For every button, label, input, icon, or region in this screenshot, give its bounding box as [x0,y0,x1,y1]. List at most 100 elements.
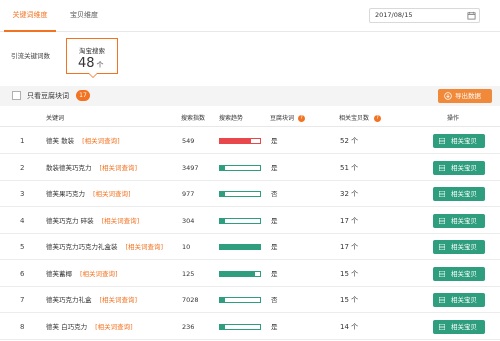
related-word-query-link[interactable]: [相关词查询] [102,217,140,225]
header-search-index[interactable]: 搜索指数 [181,110,205,127]
related-count-unit: 个 [351,137,359,145]
related-count-unit: 个 [351,243,359,251]
row-related-count: 17 个 [340,208,358,234]
related-word-query-link[interactable]: [相关词查询] [100,296,138,304]
related-items-button[interactable]: 相关宝贝 [433,160,485,175]
row-keyword: 德芙 白巧克力 [相关词查询] [46,314,133,340]
related-items-button[interactable]: 相关宝贝 [433,134,485,148]
related-count-value: 17 [340,216,349,225]
row-index: 6 [20,269,25,278]
keyword-text: 德芙 散装 [46,137,75,145]
traffic-keyword-count-label: 引流关键词数 [11,52,50,60]
header-tofu: 豆腐块词 [270,115,295,122]
row-search-index: 549 [182,137,195,145]
row-related-count: 15 个 [340,261,358,287]
grid-icon [439,191,445,197]
search-trend-fill [220,139,252,143]
row-search-index: 977 [182,190,195,198]
row-search-index: 125 [182,269,195,278]
related-count-unit: 个 [351,190,359,198]
row-related-count: 17 个 [340,234,358,260]
related-word-query-link[interactable]: [相关词查询] [100,164,138,172]
calendar-icon[interactable] [467,11,476,20]
row-search-index: 10 [182,243,191,251]
grid-icon [439,217,445,224]
filter-bar: 只看豆腐块词 17 导出数据 [0,86,500,106]
source-card-count-unit: 个 [96,61,104,69]
search-trend-bar [219,138,261,144]
table-row: 7 德芙巧克力礼盒 [相关词查询] 7028 否 15 个 相关宝贝 [0,287,500,313]
related-word-query-link[interactable]: [相关词查询] [80,270,118,278]
related-items-button[interactable]: 相关宝贝 [433,213,485,228]
row-keyword: 德芙巧克力巧克力礼盒装 [相关词查询] [46,234,163,260]
table-row: 2 散装德芙巧克力 [相关词查询] 3497 是 51 个 相关宝贝 [0,155,500,181]
row-tofu: 是 [271,137,278,145]
row-index: 1 [20,137,25,145]
keyword-text: 德芙蓄椰 [46,269,72,278]
keyword-source-section: 引流关键词数 淘宝搜索 48 个 [0,32,500,84]
row-index: 2 [20,163,25,172]
related-word-query-link[interactable]: [相关词查询] [93,190,131,198]
row-related-count: 51 个 [340,155,358,181]
search-trend-bar [219,217,261,224]
related-items-label: 相关宝贝 [451,322,477,331]
source-card-pointer-inner [89,73,97,77]
export-data-button[interactable]: 导出数据 [438,89,492,103]
related-items-button[interactable]: 相关宝贝 [433,240,485,254]
row-search-index: 7028 [182,296,199,304]
row-keyword: 德芙 散装 [相关词查询] [46,128,120,154]
keyword-text: 德芙果巧克力 [46,190,85,198]
search-trend-bar [219,323,261,330]
row-keyword: 德芙巧克力 碎装 [相关词查询] [46,208,139,234]
grid-icon [439,297,445,303]
source-card-count-value: 48 [78,56,95,71]
search-trend-bar [219,270,261,277]
tofu-only-label[interactable]: 只看豆腐块词 [27,91,69,101]
row-tofu: 否 [271,190,278,198]
tofu-only-checkbox[interactable] [12,91,21,100]
source-card-taobao-search[interactable]: 淘宝搜索 48 个 [66,38,118,74]
tab-item-dimension[interactable]: 宝贝维度 [64,0,104,31]
keyword-text: 德芙巧克力礼盒 [46,296,92,304]
row-index: 8 [20,322,25,331]
row-search-index: 3497 [182,163,199,172]
tab-keyword-dimension[interactable]: 关键词维度 [4,0,56,32]
related-count-value: 51 [340,163,349,172]
related-count-value: 17 [340,243,349,251]
row-related-count: 14 个 [340,314,358,340]
row-keyword: 德芙巧克力礼盒 [相关词查询] [46,287,137,313]
date-picker[interactable]: 2017/08/15 [369,8,480,23]
row-keyword: 德芙果巧克力 [相关词查询] [46,181,131,207]
related-word-query-link[interactable]: [相关词查询] [82,137,120,145]
keyword-text: 德芙 白巧克力 [46,322,88,331]
grid-icon [439,244,445,250]
tofu-help-icon[interactable]: ? [298,115,305,122]
related-word-query-link[interactable]: [相关词查询] [95,323,133,331]
related-items-label: 相关宝贝 [451,296,477,304]
row-tofu: 是 [271,269,278,278]
row-keyword: 德芙蓄椰 [相关词查询] [46,261,118,287]
related-items-button[interactable]: 相关宝贝 [433,266,485,281]
related-items-button[interactable]: 相关宝贝 [433,187,485,201]
row-tofu: 否 [271,296,278,304]
row-tofu: 是 [271,216,278,225]
source-card-count: 48 个 [78,56,104,71]
table-header: 关键词 搜索指数 搜索趋势 豆腐块词 ? 相关宝贝数 ? 操作 [0,110,500,127]
table-row: 4 德芙巧克力 碎装 [相关词查询] 304 是 17 个 相关宝贝 [0,208,500,234]
related-items-button[interactable]: 相关宝贝 [433,293,485,307]
search-trend-fill [220,324,225,329]
header-related-count[interactable]: 相关宝贝数 [339,110,369,127]
related-count-value: 15 [340,269,349,278]
top-tab-bar: 关键词维度 宝贝维度 2017/08/15 [0,0,500,32]
related-word-query-link[interactable]: [相关词查询] [126,243,164,251]
related-count-unit: 个 [351,269,359,278]
related-items-button[interactable]: 相关宝贝 [433,319,485,334]
row-search-index: 304 [182,216,195,225]
row-search-index: 236 [182,322,195,331]
related-items-label: 相关宝贝 [451,137,477,145]
related-count-help-icon[interactable]: ? [374,115,381,122]
tofu-count-badge: 17 [76,90,90,101]
table-row: 6 德芙蓄椰 [相关词查询] 125 是 15 个 相关宝贝 [0,261,500,287]
keyword-text: 德芙巧克力 碎装 [46,216,94,225]
grid-icon [439,270,445,277]
